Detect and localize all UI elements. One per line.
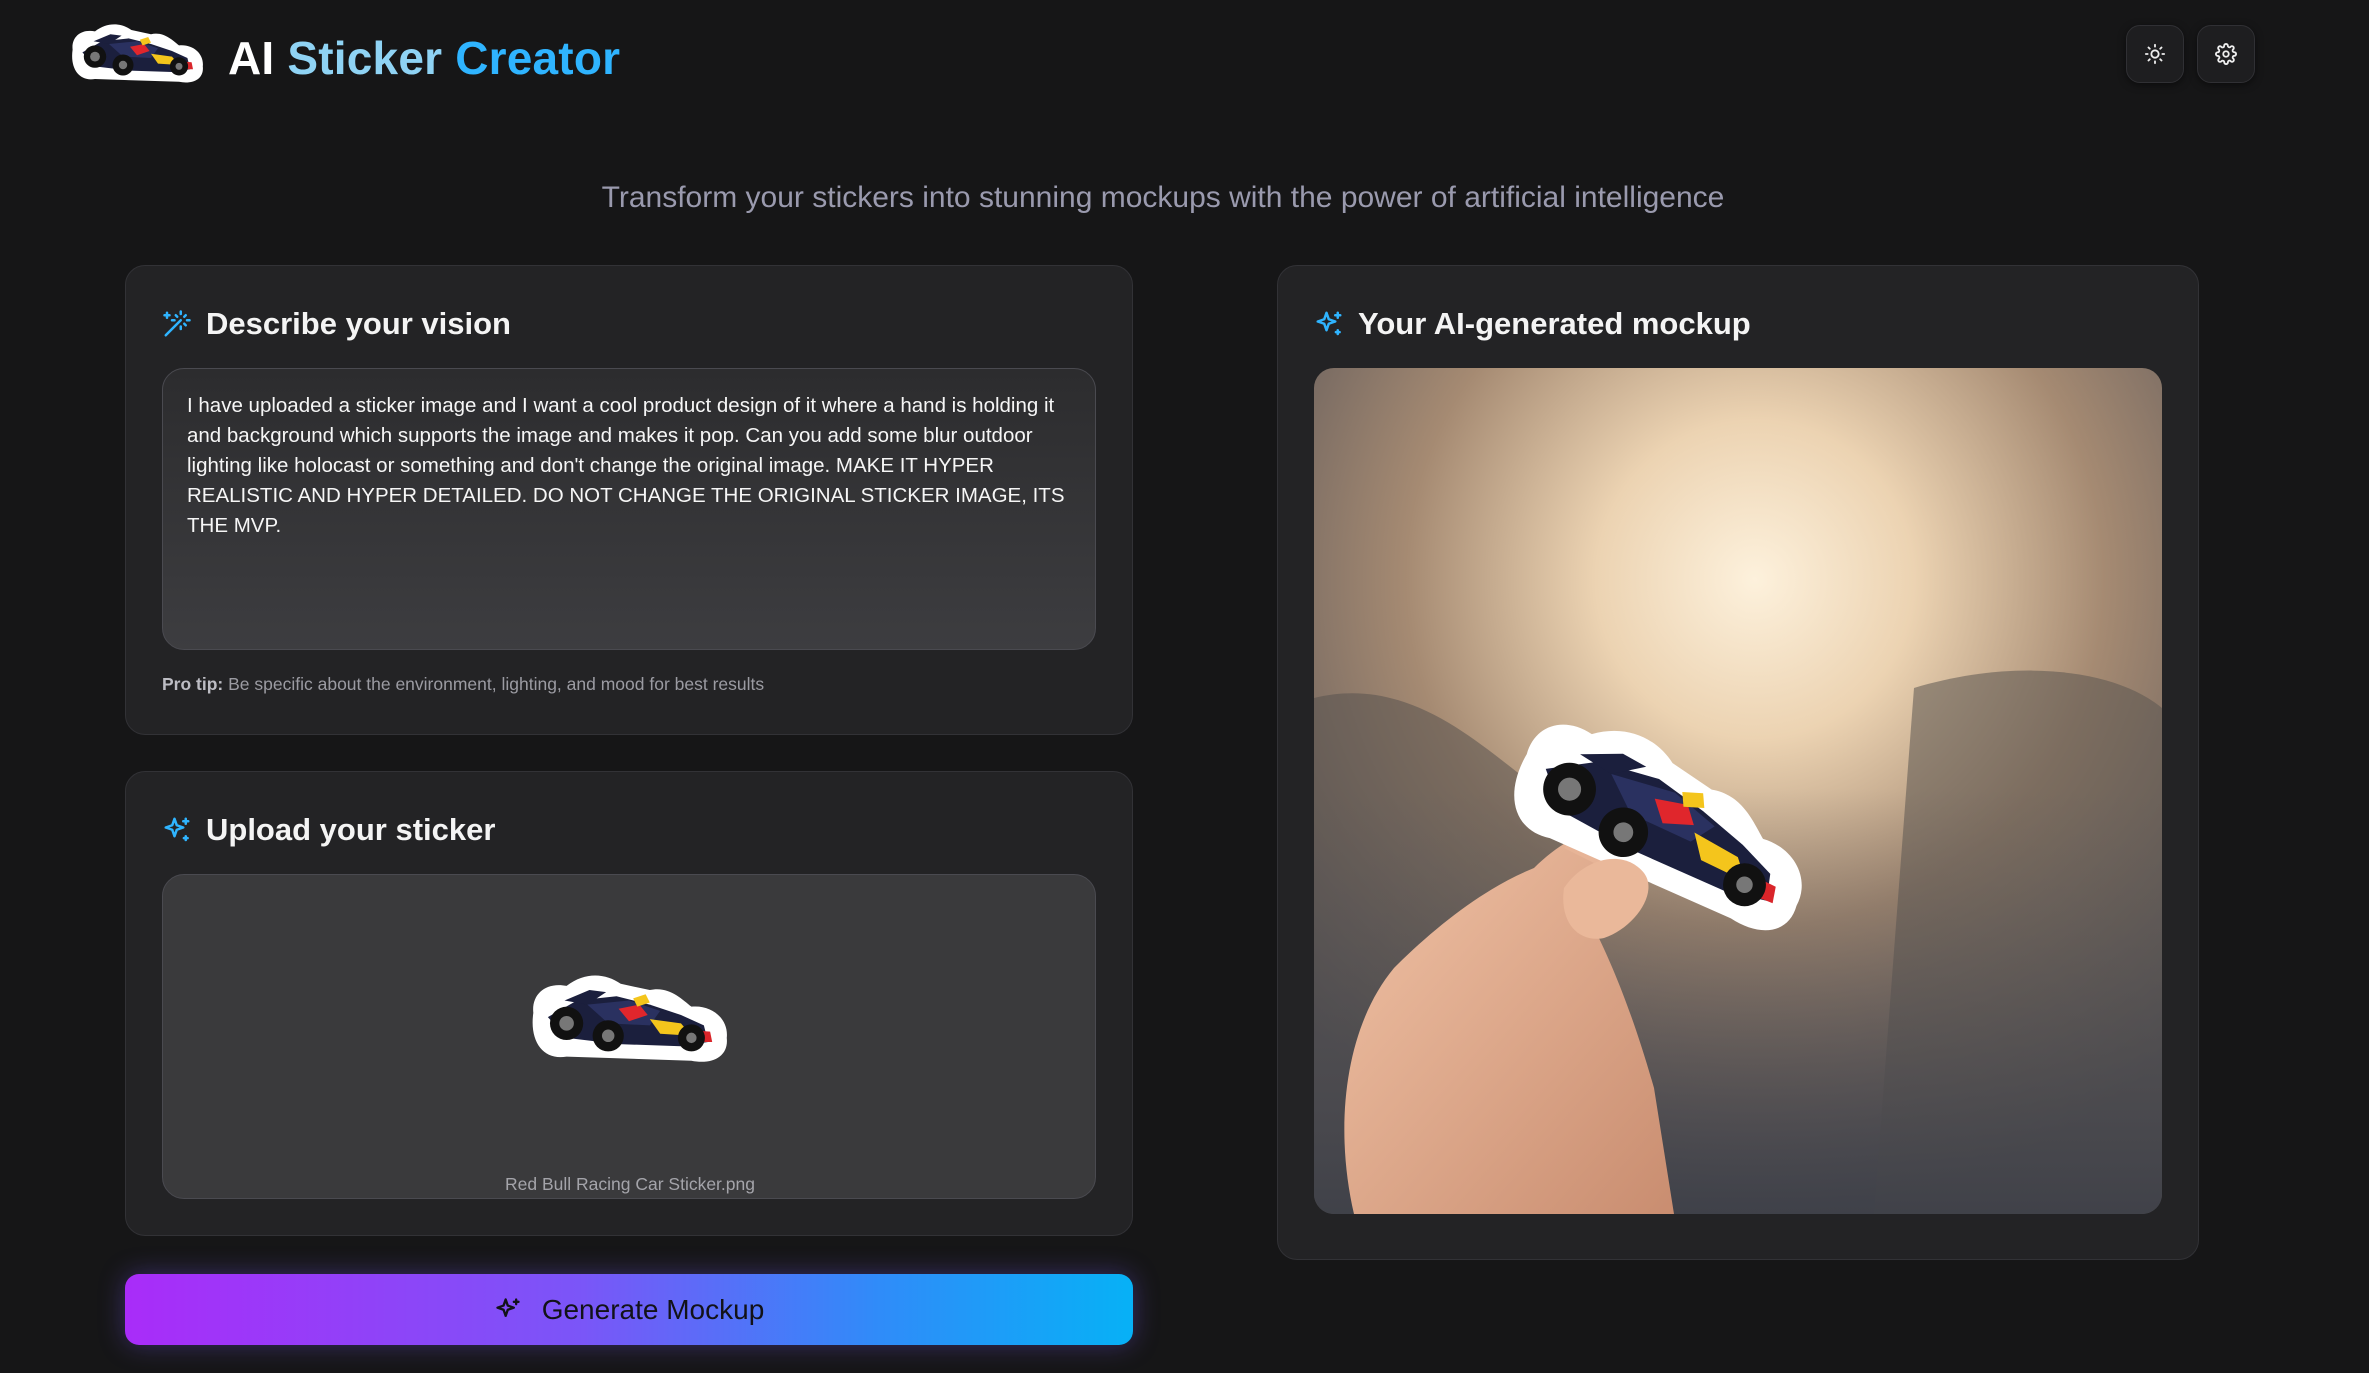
result-heading-text: Your AI-generated mockup [1358, 306, 1751, 341]
prompt-textarea[interactable]: I have uploaded a sticker image and I wa… [162, 368, 1096, 650]
sticker-drop-zone[interactable]: Red Bull Racing Car Sticker.png [162, 874, 1096, 1199]
gear-icon [2215, 43, 2237, 65]
app-title: AI Sticker Creator [228, 28, 620, 88]
uploaded-file-name: Red Bull Racing Car Sticker.png [505, 1174, 755, 1194]
generate-mockup-label: Generate Mockup [541, 1293, 765, 1325]
vision-heading-text: Describe your vision [206, 306, 511, 341]
result-heading: Your AI-generated mockup [1314, 304, 1751, 344]
app-title-part-2: Sticker [287, 32, 443, 84]
sparkles-icon [496, 1297, 520, 1317]
sparkles-icon [164, 817, 190, 842]
result-card: Your AI-generated mockup [1277, 265, 2199, 1260]
pro-tip: Pro tip: Be specific about the environme… [162, 672, 764, 696]
generate-mockup-button[interactable]: Generate Mockup [125, 1274, 1133, 1345]
upload-card: Upload your sticker Red Bull Racing Car … [125, 771, 1133, 1236]
magic-wand-icon [163, 310, 191, 337]
app-title-part-1: AI [228, 32, 275, 84]
app-title-part-3: Creator [455, 32, 621, 84]
app-logo [66, 16, 208, 86]
vision-heading: Describe your vision [162, 304, 511, 344]
upload-heading: Upload your sticker [162, 810, 495, 850]
page-subtitle: Transform your stickers into stunning mo… [601, 181, 1725, 214]
settings-button[interactable] [2197, 25, 2255, 83]
sun-icon [2144, 43, 2166, 65]
upload-heading-text: Upload your sticker [206, 812, 496, 847]
pro-tip-label: Pro tip: [162, 674, 224, 694]
pro-tip-text: Be specific about the environment, light… [228, 674, 765, 694]
mockup-scene [1314, 368, 2162, 1214]
sparkles-icon [1316, 311, 1342, 336]
sticker-preview-image [523, 963, 735, 1067]
vision-card: Describe your vision I have uploaded a s… [125, 265, 1133, 735]
theme-toggle-button[interactable] [2126, 25, 2184, 83]
generated-mockup-image [1314, 368, 2162, 1214]
